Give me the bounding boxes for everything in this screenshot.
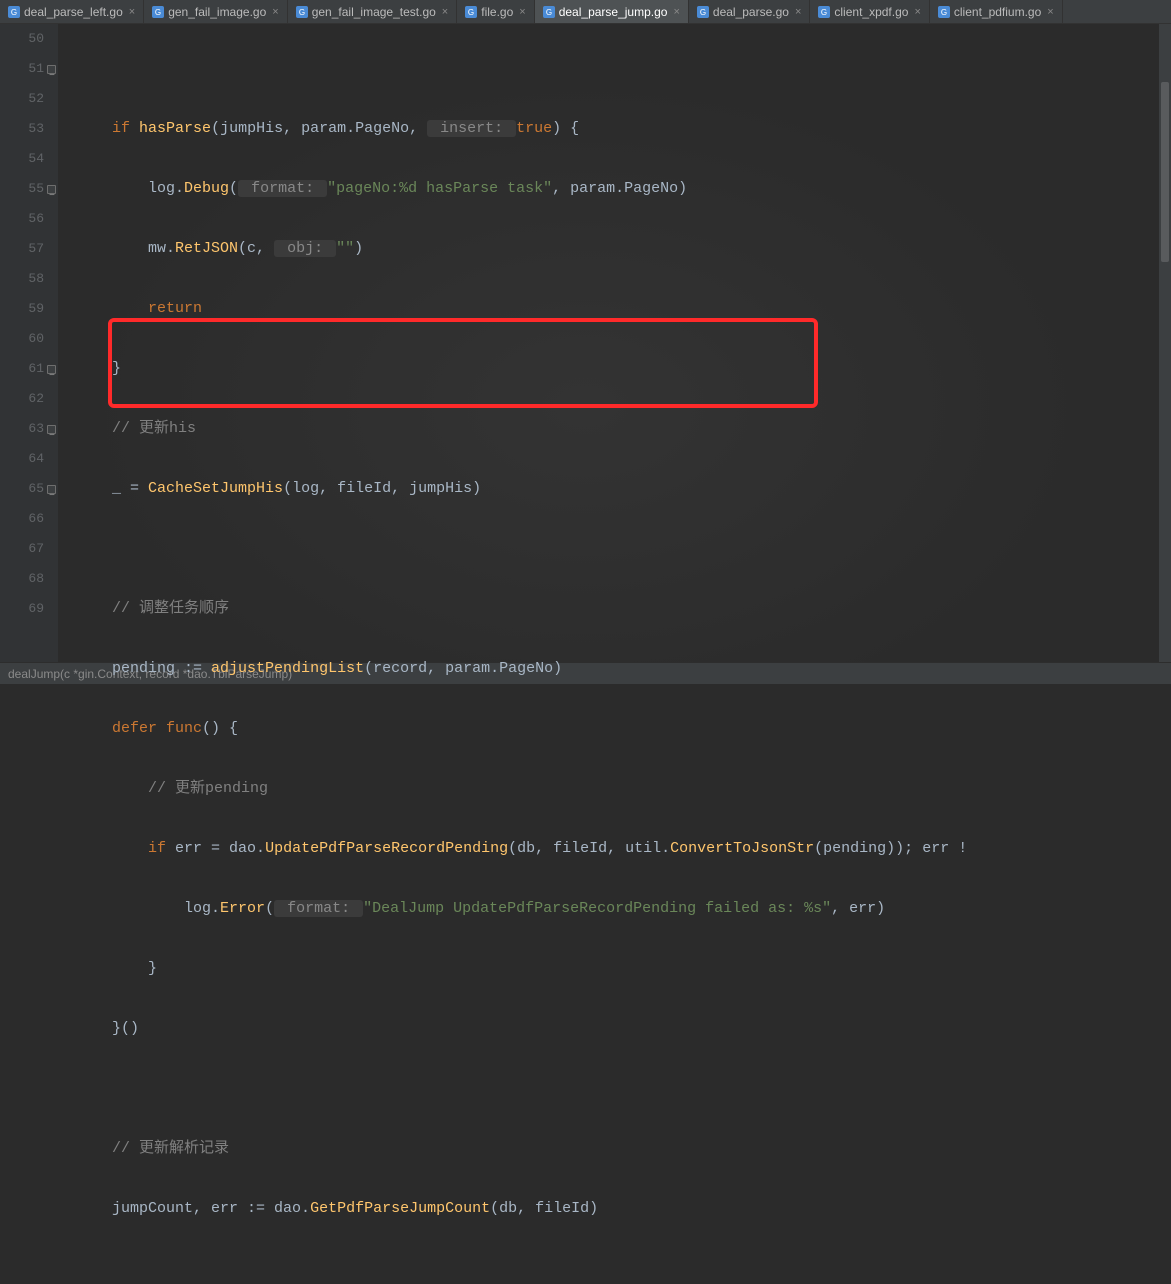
tab-label: deal_parse_jump.go xyxy=(559,5,668,19)
svg-text:G: G xyxy=(468,8,474,17)
code-line: pending := adjustPendingList(record, par… xyxy=(76,654,1171,684)
code-line: // 更新his xyxy=(76,414,1171,444)
close-icon[interactable]: × xyxy=(1047,6,1053,18)
tab-label: deal_parse.go xyxy=(713,5,789,19)
svg-text:G: G xyxy=(821,8,827,17)
svg-text:G: G xyxy=(299,8,305,17)
go-file-icon: G xyxy=(465,6,477,18)
tab-gen-fail-image-test[interactable]: G gen_fail_image_test.go × xyxy=(288,0,458,23)
line-number: 61 xyxy=(0,354,44,384)
code-line xyxy=(76,1074,1171,1104)
svg-text:G: G xyxy=(155,8,161,17)
code-line: // 调整任务顺序 xyxy=(76,594,1171,624)
go-file-icon: G xyxy=(818,6,830,18)
code-line: if err = dao.UpdatePdfParseRecordPending… xyxy=(76,834,1171,864)
go-file-icon: G xyxy=(938,6,950,18)
code-line: log.Debug( format: "pageNo:%d hasParse t… xyxy=(76,174,1171,204)
code-line xyxy=(76,534,1171,564)
line-number: 68 xyxy=(0,564,44,594)
code-line: } xyxy=(76,354,1171,384)
tab-gen-fail-image[interactable]: G gen_fail_image.go × xyxy=(144,0,288,23)
fold-marks xyxy=(47,24,57,662)
line-number: 66 xyxy=(0,504,44,534)
code-line: log.Error( format: "DealJump UpdatePdfPa… xyxy=(76,894,1171,924)
tab-label: gen_fail_image.go xyxy=(168,5,266,19)
tab-deal-parse-jump[interactable]: G deal_parse_jump.go × xyxy=(535,0,689,23)
code-line: // 更新pending xyxy=(76,774,1171,804)
line-number: 54 xyxy=(0,144,44,174)
code-line: } xyxy=(76,954,1171,984)
code-line xyxy=(76,54,1171,84)
tab-client-xpdf[interactable]: G client_xpdf.go × xyxy=(810,0,930,23)
line-number-gutter: 50 51 52 53 54 55 56 57 58 59 60 61 62 6… xyxy=(0,24,58,662)
line-number: 63 xyxy=(0,414,44,444)
close-icon[interactable]: × xyxy=(673,6,679,18)
line-number: 51 xyxy=(0,54,44,84)
code-line: return xyxy=(76,294,1171,324)
tab-deal-parse[interactable]: G deal_parse.go × xyxy=(689,0,811,23)
fold-icon[interactable] xyxy=(47,425,56,434)
line-number: 60 xyxy=(0,324,44,354)
code-line: mw.RetJSON(c, obj: "") xyxy=(76,234,1171,264)
line-number: 50 xyxy=(0,24,44,54)
close-icon[interactable]: × xyxy=(129,6,135,18)
close-icon[interactable]: × xyxy=(442,6,448,18)
line-number: 57 xyxy=(0,234,44,264)
tab-label: gen_fail_image_test.go xyxy=(312,5,436,19)
code-line: // 更新解析记录 xyxy=(76,1134,1171,1164)
svg-text:G: G xyxy=(546,8,552,17)
scroll-thumb[interactable] xyxy=(1161,82,1169,262)
go-file-icon: G xyxy=(296,6,308,18)
go-file-icon: G xyxy=(8,6,20,18)
fold-icon[interactable] xyxy=(47,365,56,374)
line-number: 69 xyxy=(0,594,44,624)
line-number: 67 xyxy=(0,534,44,564)
line-number: 53 xyxy=(0,114,44,144)
close-icon[interactable]: × xyxy=(272,6,278,18)
svg-text:G: G xyxy=(11,8,17,17)
editor-tabs: G deal_parse_left.go × G gen_fail_image.… xyxy=(0,0,1171,24)
code-line: }() xyxy=(76,1014,1171,1044)
fold-icon[interactable] xyxy=(47,65,56,74)
tab-label: file.go xyxy=(481,5,513,19)
tab-client-pdfium[interactable]: G client_pdfium.go × xyxy=(930,0,1063,23)
line-number: 52 xyxy=(0,84,44,114)
tab-label: deal_parse_left.go xyxy=(24,5,123,19)
code-line: jumpCount, err := dao.GetPdfParseJumpCou… xyxy=(76,1194,1171,1224)
close-icon[interactable]: × xyxy=(519,6,525,18)
line-number: 59 xyxy=(0,294,44,324)
close-icon[interactable]: × xyxy=(914,6,920,18)
code-editor[interactable]: 50 51 52 53 54 55 56 57 58 59 60 61 62 6… xyxy=(0,24,1171,662)
code-line: _ = CacheSetJumpHis(log, fileId, jumpHis… xyxy=(76,474,1171,504)
line-number: 64 xyxy=(0,444,44,474)
code-area[interactable]: if hasParse(jumpHis, param.PageNo, inser… xyxy=(58,24,1171,662)
code-line: if hasParse(jumpHis, param.PageNo, inser… xyxy=(76,114,1171,144)
go-file-icon: G xyxy=(697,6,709,18)
line-number: 62 xyxy=(0,384,44,414)
go-file-icon: G xyxy=(152,6,164,18)
tab-file[interactable]: G file.go × xyxy=(457,0,534,23)
line-number: 55 xyxy=(0,174,44,204)
svg-text:G: G xyxy=(941,8,947,17)
svg-text:G: G xyxy=(700,8,706,17)
vertical-scrollbar[interactable] xyxy=(1159,24,1171,662)
tab-label: client_xpdf.go xyxy=(834,5,908,19)
fold-icon[interactable] xyxy=(47,485,56,494)
line-number: 58 xyxy=(0,264,44,294)
fold-icon[interactable] xyxy=(47,185,56,194)
tab-deal-parse-left[interactable]: G deal_parse_left.go × xyxy=(0,0,144,23)
tab-label: client_pdfium.go xyxy=(954,5,1041,19)
line-number: 65 xyxy=(0,474,44,504)
go-file-icon: G xyxy=(543,6,555,18)
code-line: defer func() { xyxy=(76,714,1171,744)
close-icon[interactable]: × xyxy=(795,6,801,18)
line-number: 56 xyxy=(0,204,44,234)
